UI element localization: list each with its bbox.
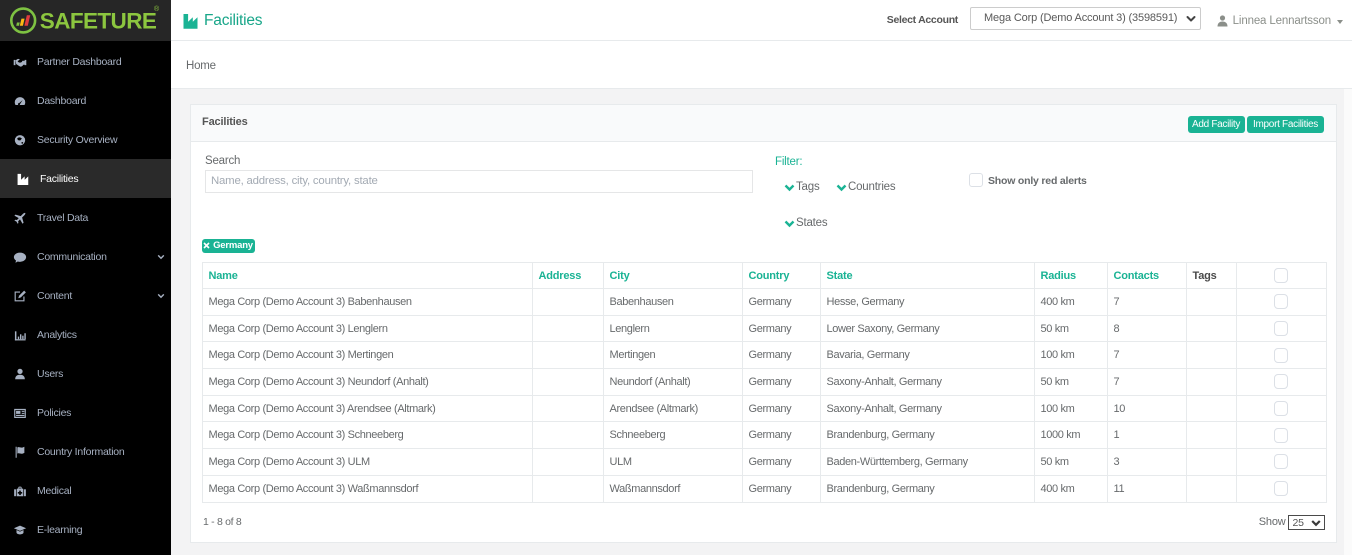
svg-text:SAFETURE: SAFETURE <box>40 8 157 33</box>
svg-text:®: ® <box>154 5 160 13</box>
